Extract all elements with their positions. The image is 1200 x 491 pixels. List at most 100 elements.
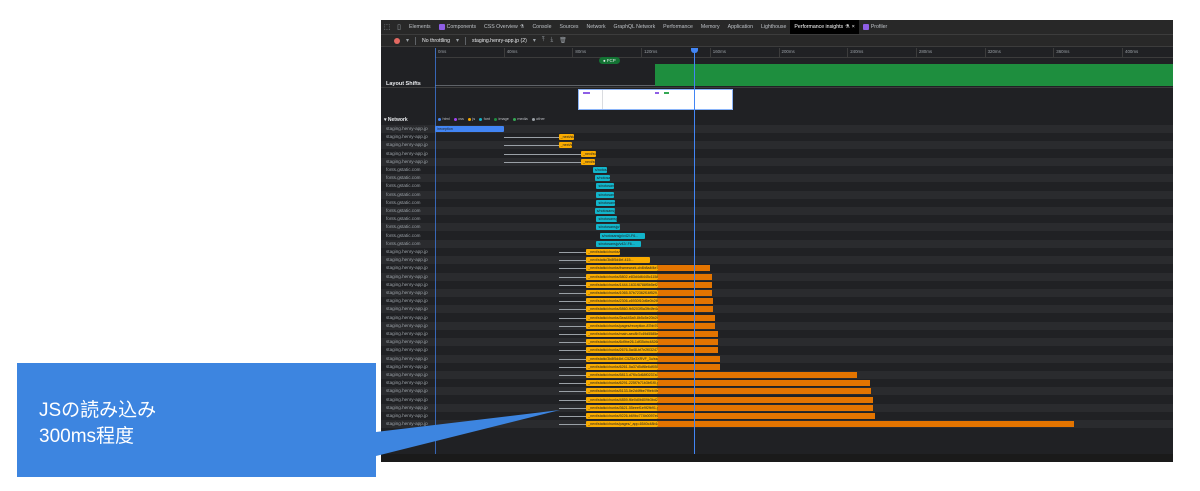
request-bar-js[interactable]: _next/static/chunks/6261-5a37d5df8e6df05… — [586, 363, 659, 370]
tab-console[interactable]: Console — [528, 20, 555, 34]
network-row[interactable]: staging.henry-app.jp _next/static/chunks/… — [381, 248, 1173, 256]
request-download-bar[interactable] — [658, 306, 714, 313]
request-download-bar[interactable] — [658, 404, 873, 411]
network-row[interactable]: staging.henry-app.jp _next/static/chunks/… — [381, 289, 1173, 297]
layout-shift-screenshot[interactable] — [578, 89, 733, 110]
request-download-bar[interactable] — [658, 388, 872, 395]
network-row[interactable]: staging.henry-app.jp _next/static/chunks/… — [381, 379, 1173, 387]
request-download-bar[interactable] — [658, 363, 721, 370]
request-bar-js[interactable]: _next/static/chunks/3ea445a9-8b5c5e20b2f… — [586, 314, 659, 321]
network-row[interactable]: fonts.gstatic.com s/notosans... — [381, 182, 1173, 190]
request-download-bar[interactable] — [658, 331, 719, 337]
network-row[interactable]: fonts.gstatic.com s/notosansjp/v42/-F6... — [381, 232, 1173, 240]
request-download-bar[interactable] — [658, 298, 714, 305]
network-row[interactable]: staging.henry-app.jp _next/static/3b8f5d4… — [381, 354, 1173, 363]
tab-components[interactable]: Components — [435, 20, 480, 34]
network-row[interactable]: staging.henry-app.jp _next/static/chunks/… — [381, 264, 1173, 272]
network-row[interactable]: staging.henry-app.jp _next/static/chunks/… — [381, 338, 1173, 347]
request-bar-font[interactable]: s/notosansjp/v42/-F6... — [599, 232, 645, 239]
request-bar-js[interactable]: _next/static/chunks/6d9be26-1df35cbc4826… — [586, 339, 659, 346]
request-bar-js[interactable]: _next/static/chunks/5133-5e2d4ffbe7f9eb4… — [586, 388, 659, 395]
request-bar-font[interactable]: s/notosa... — [593, 167, 607, 173]
network-row[interactable]: staging.henry-app.jp _next/static/chunks/… — [381, 363, 1173, 371]
network-row[interactable]: staging.henry-app.jp _next/static/... — [381, 133, 1173, 141]
network-row[interactable]: staging.henry-app.jp _next/static/chunks/… — [381, 403, 1173, 412]
network-label[interactable]: ▾ Network — [384, 117, 408, 123]
request-download-bar[interactable] — [658, 322, 715, 329]
request-download-bar[interactable] — [658, 314, 715, 321]
request-bar-font[interactable]: s/notosans... — [596, 183, 614, 190]
request-bar-font[interactable]: s/notosansjp/v42/-F6... — [596, 240, 642, 247]
request-bar-js[interactable]: _next/static/chunks/5813-d7f0c3d68f0237a… — [586, 372, 659, 378]
upload-icon[interactable]: ⤒ — [542, 37, 545, 44]
tab-performance[interactable]: Performance — [659, 20, 697, 34]
request-bar-font[interactable]: s/notosa... — [594, 175, 611, 182]
request-download-bar[interactable] — [658, 380, 870, 387]
tab-network[interactable]: Network — [583, 20, 610, 34]
network-row[interactable]: staging.henry-app.jp _next/static/... — [381, 150, 1173, 158]
request-bar-js[interactable]: _next/static/ch... — [558, 142, 573, 149]
request-download-bar[interactable] — [658, 372, 858, 378]
playhead-handle[interactable] — [691, 48, 698, 53]
request-bar-js[interactable]: _next/static/chunks/1065-57b72362f16f529… — [586, 290, 659, 296]
network-row[interactable]: staging.henry-app.jp _next/static/chunks/… — [381, 305, 1173, 314]
request-bar-html[interactable]: /reception — [435, 126, 504, 132]
request-download-bar[interactable] — [658, 355, 721, 362]
tab-graphql-network[interactable]: GraphQL Network — [610, 20, 660, 34]
request-download-bar[interactable] — [658, 421, 1074, 428]
request-download-bar[interactable] — [658, 290, 712, 296]
request-bar-js[interactable]: _next/static/chunks/pages/reception-87bb… — [586, 322, 659, 329]
network-row[interactable]: staging.henry-app.jp _next/static/chunks/… — [381, 412, 1173, 420]
request-bar-font[interactable]: s/notosansjp/... — [594, 208, 616, 214]
request-bar-js[interactable]: _next/static/chunks/9226-b69bc774b0097e6… — [586, 413, 659, 419]
record-button[interactable] — [394, 37, 400, 44]
request-bar-js[interactable]: _next/static/chunks/pages/_app-6540c48b1… — [586, 421, 659, 428]
request-bar-js[interactable]: _next/static/... — [558, 134, 575, 141]
playhead-line[interactable] — [694, 52, 695, 462]
chevron-down-icon[interactable]: ▾ — [406, 37, 409, 44]
tab-performance-insights[interactable]: Performance insights ⚗ × — [790, 20, 859, 34]
throttling-select[interactable]: No throttling — [422, 38, 450, 44]
network-row[interactable]: staging.henry-app.jp _next/static/chunks/… — [381, 396, 1173, 404]
network-row[interactable]: staging.henry-app.jp _next/static/chunks/… — [381, 330, 1173, 338]
request-download-bar[interactable] — [658, 273, 712, 280]
network-row[interactable]: fonts.gstatic.com s/notosa... — [381, 166, 1173, 174]
request-bar-js[interactable]: _next/static/chunks/5860-fb5203f5a3fb4fe… — [586, 306, 659, 313]
network-row[interactable]: staging.henry-app.jp _next/static/chunks/… — [381, 387, 1173, 396]
fcp-marker[interactable]: ● FCP — [599, 57, 620, 64]
request-bar-js[interactable]: _next/static/chunks/2676-5a48-bf7e2f0324… — [586, 347, 659, 354]
recording-select[interactable]: staging.henry-app.jp (2) — [472, 38, 527, 44]
request-bar-js[interactable]: _next/static/chunks/5802-e83d4d6445c1158… — [586, 273, 659, 280]
network-row[interactable]: staging.henry-app.jp _next/static/chunks/… — [381, 321, 1173, 330]
tab-lighthouse[interactable]: Lighthouse — [757, 20, 790, 34]
network-row[interactable]: staging.henry-app.jp _next/static/chunks/… — [381, 420, 1173, 429]
request-bar-font[interactable]: s/notosansjp/... — [596, 224, 621, 231]
network-row[interactable]: staging.henry-app.jp _next/static/chunks/… — [381, 297, 1173, 305]
tab-css-overview[interactable]: CSS Overview ⚗ — [480, 20, 528, 34]
network-row[interactable]: staging.henry-app.jp/reception — [381, 125, 1173, 133]
network-row[interactable]: fonts.gstatic.com s/notosansjp/... — [381, 223, 1173, 232]
network-row[interactable]: fonts.gstatic.com s/notosansjp/... — [381, 207, 1173, 215]
tab-application[interactable]: Application — [724, 20, 757, 34]
request-bar-js[interactable]: _next/static/chunks/main-aec8b7c49d5585e… — [586, 331, 659, 337]
network-row[interactable]: staging.henry-app.jp _next/static/chunks/… — [381, 314, 1173, 322]
network-row[interactable]: staging.henry-app.jp _next/static/chunks/… — [381, 272, 1173, 281]
request-download-bar[interactable] — [658, 265, 710, 272]
request-bar-js[interactable]: _next/static/c... — [580, 158, 595, 165]
chevron-down-icon[interactable]: ▾ — [456, 37, 459, 44]
network-row[interactable]: staging.henry-app.jp _next/static/chunks/… — [381, 281, 1173, 289]
network-row[interactable]: staging.henry-app.jp _next/static/c... — [381, 157, 1173, 166]
request-bar-font[interactable]: s/notosansj... — [596, 191, 614, 198]
request-download-bar[interactable] — [658, 281, 712, 288]
close-tab-icon[interactable]: × — [852, 20, 855, 34]
delete-icon[interactable]: 🗑 — [559, 37, 567, 44]
request-bar-js[interactable]: _next/static/... — [580, 150, 597, 157]
timeline-scrollbar[interactable] — [381, 454, 1173, 462]
network-row[interactable]: fonts.gstatic.com s/notosa... — [381, 174, 1173, 183]
request-bar-js[interactable]: _next/static/chunks/2306-c6930f10d6e0b2f… — [586, 298, 659, 305]
tab-profiler[interactable]: Profiler — [859, 20, 891, 34]
network-row[interactable]: fonts.gstatic.com s/notosansjp/v42/-F6... — [381, 239, 1173, 248]
device-toolbar-icon[interactable]: ▯ — [393, 20, 405, 34]
request-bar-js[interactable]: _next/static/chunks/3621-55eeef1e9f2fb91… — [586, 404, 659, 411]
request-bar-js[interactable]: _next/static/chunks/4859-f6e0d0b809b3bd2… — [586, 396, 659, 403]
